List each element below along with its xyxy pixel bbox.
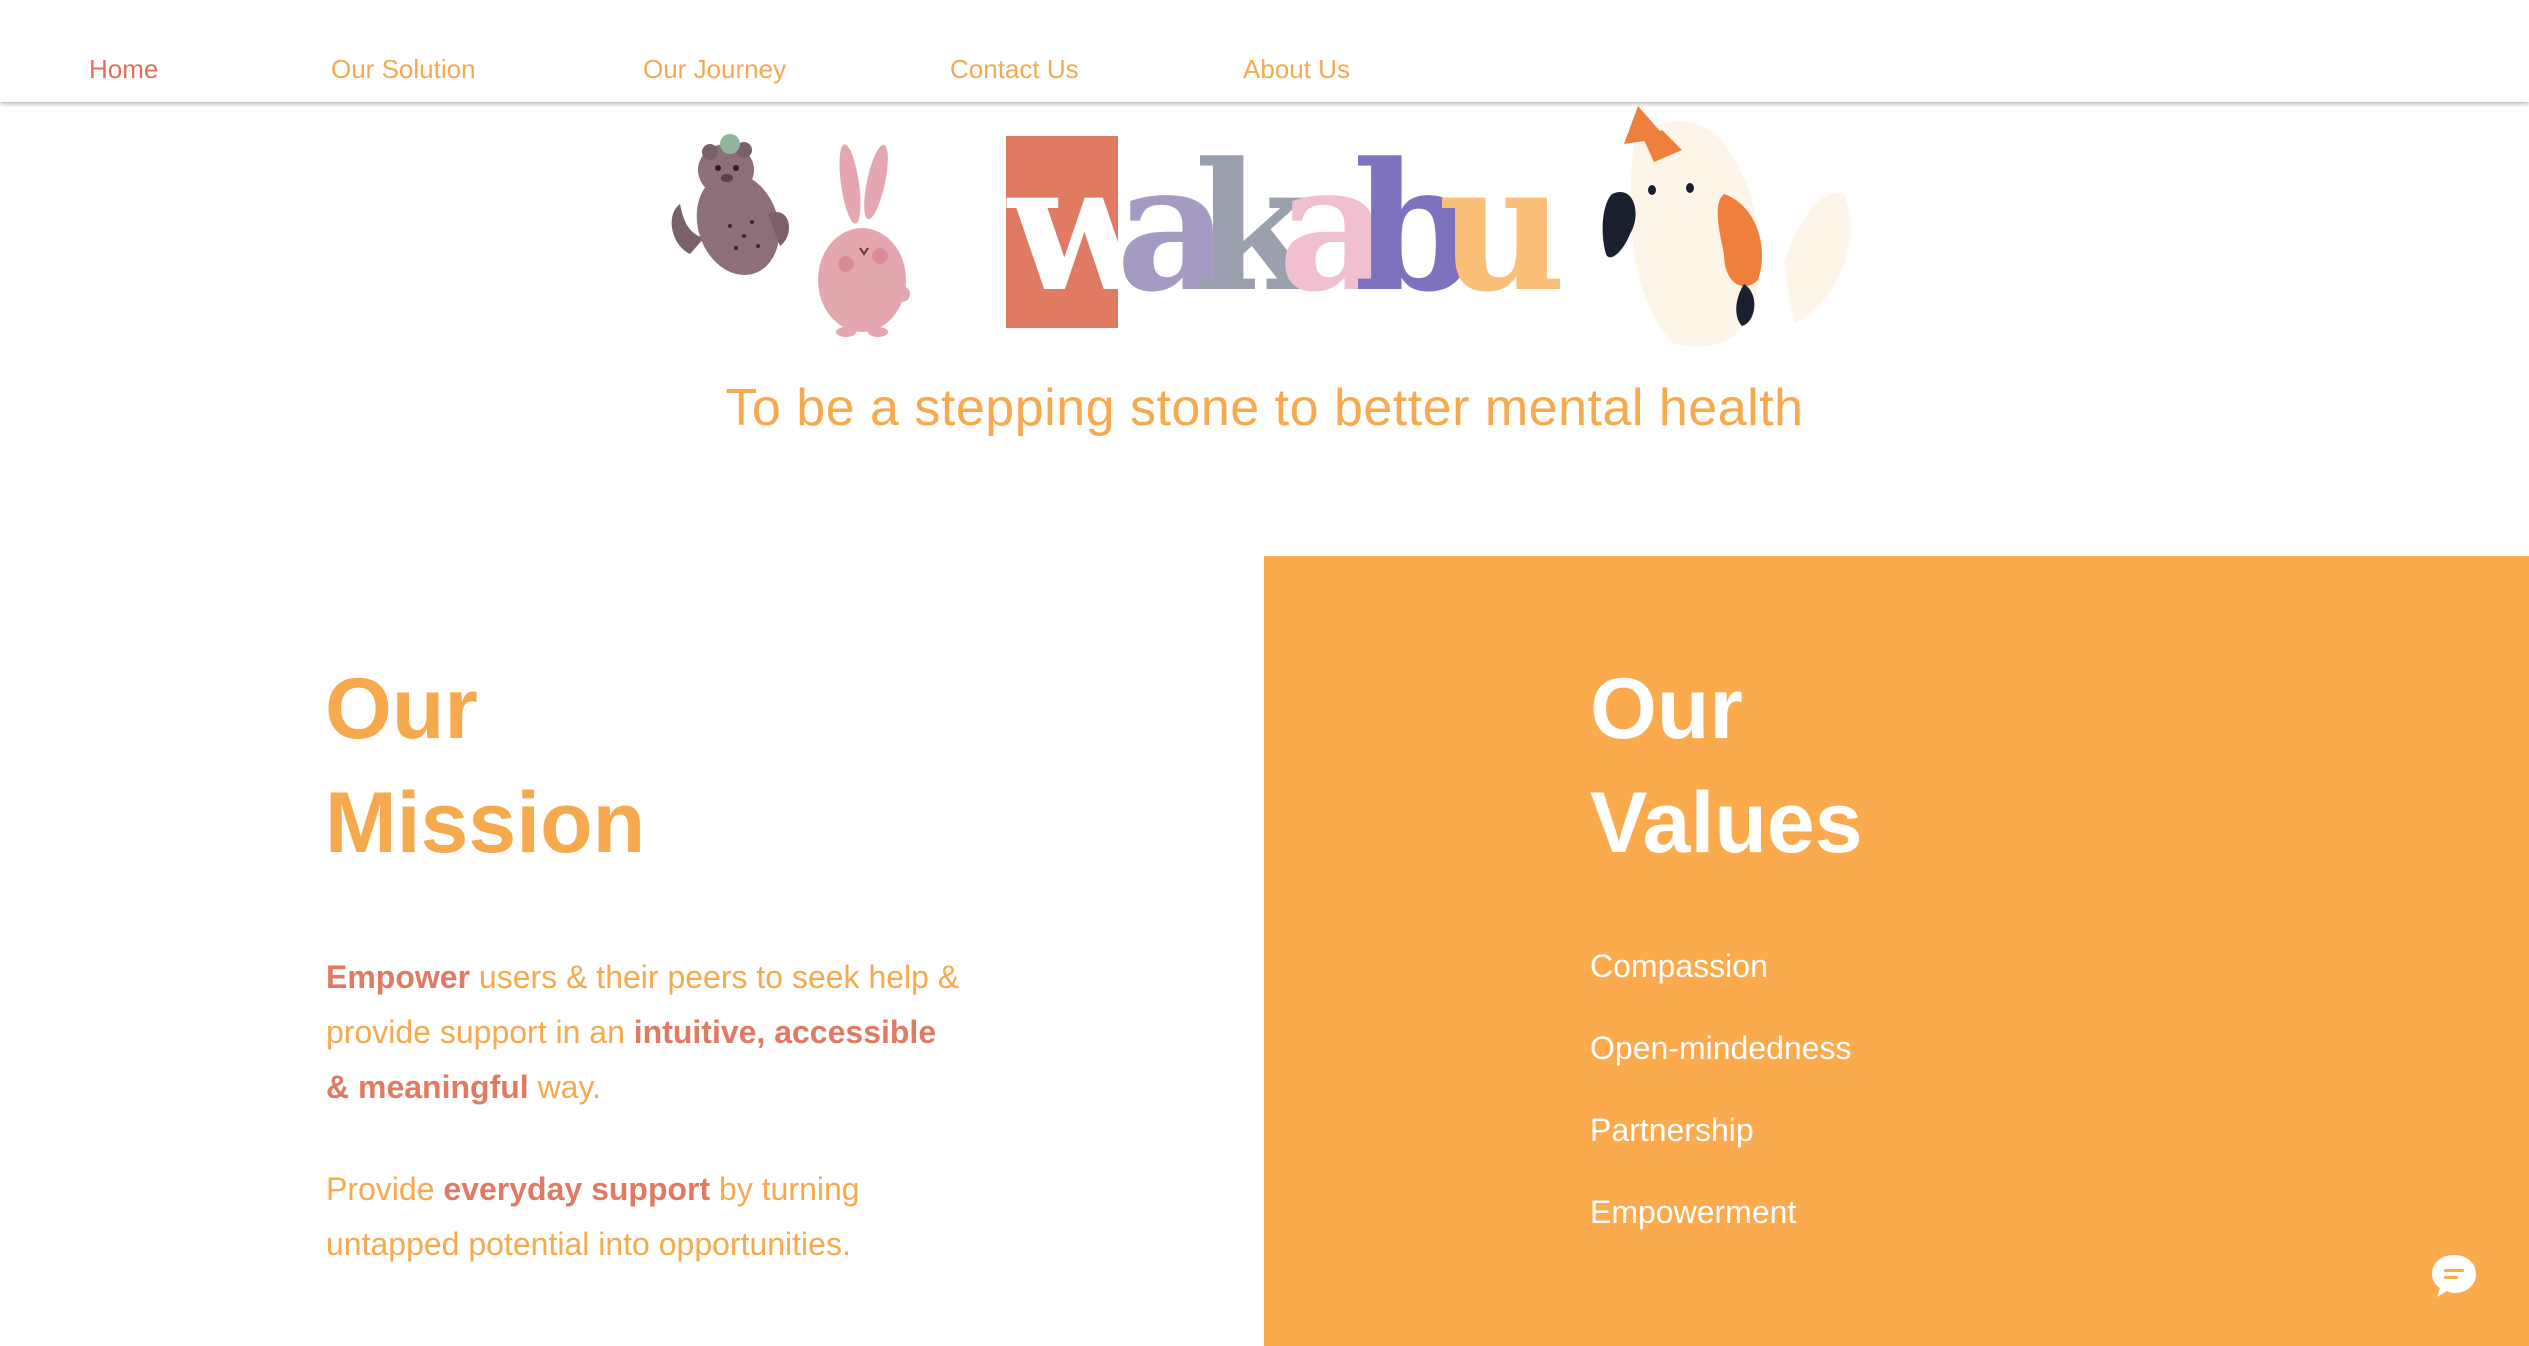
calico-cat-illustration-icon [1602,106,1851,347]
chat-bubble-icon [2432,1255,2476,1297]
value-item-partnership: Partnership [1590,1112,1754,1148]
wakabu-logo: w a k a b u [1006,136,1566,328]
top-navigation: Home Our Solution Our Journey Contact Us… [0,0,2529,102]
value-item-open-mindedness: Open-mindedness [1590,1030,1852,1066]
mission-emphasis-everyday-support: everyday support [443,1171,711,1207]
rabbit-illustration-icon [818,144,910,337]
nav-our-journey[interactable]: Our Journey [643,54,786,85]
nav-our-solution[interactable]: Our Solution [331,54,476,85]
values-title-line2: Values [1590,775,1863,871]
mission-emphasis-empower: Empower [326,959,471,995]
otter-illustration-icon [671,134,790,275]
value-item-empowerment: Empowerment [1590,1194,1797,1230]
mission-text-1b: way. [528,1069,601,1105]
values-panel: Our Values Compassion Open-mindedness Pa… [1264,556,2529,1346]
logo-letter-u: u [1438,124,1566,331]
nav-contact-us[interactable]: Contact Us [950,54,1079,85]
values-title-line1: Our [1590,661,1743,757]
mission-title: Our Mission [325,652,645,880]
mission-title-line2: Mission [325,775,646,871]
values-title: Our Values [1590,652,1863,880]
mission-title-line1: Our [325,661,478,757]
mission-paragraph-1: Empower users & their peers to seek help… [326,950,966,1115]
hero-tagline: To be a stepping stone to better mental … [725,379,1804,437]
mission-paragraph-2: Provide everyday support by turning unta… [326,1162,966,1272]
nav-about-us[interactable]: About Us [1243,54,1350,85]
chat-button[interactable] [2414,1236,2494,1316]
nav-home[interactable]: Home [89,54,158,85]
mission-text-2a: Provide [326,1171,444,1207]
value-item-compassion: Compassion [1590,948,1768,984]
